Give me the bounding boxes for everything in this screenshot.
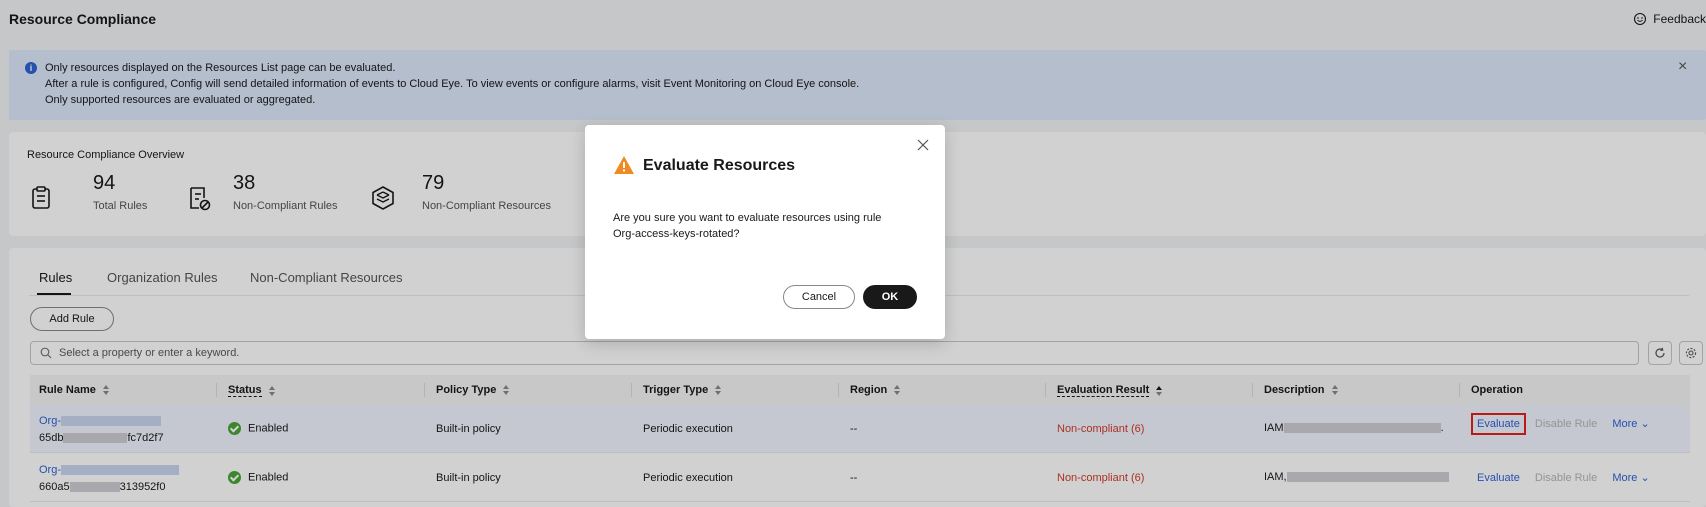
dialog-title: Evaluate Resources bbox=[643, 157, 796, 174]
page: Resource Compliance Feedback i Only reso… bbox=[0, 0, 1706, 507]
evaluate-resources-dialog: Evaluate Resources Are you sure you want… bbox=[585, 125, 945, 339]
warning-icon bbox=[614, 156, 634, 174]
dialog-message: Are you sure you want to evaluate resour… bbox=[613, 212, 882, 240]
ok-button[interactable]: OK bbox=[863, 285, 917, 309]
cancel-button[interactable]: Cancel bbox=[783, 285, 855, 309]
close-icon[interactable] bbox=[917, 139, 929, 151]
